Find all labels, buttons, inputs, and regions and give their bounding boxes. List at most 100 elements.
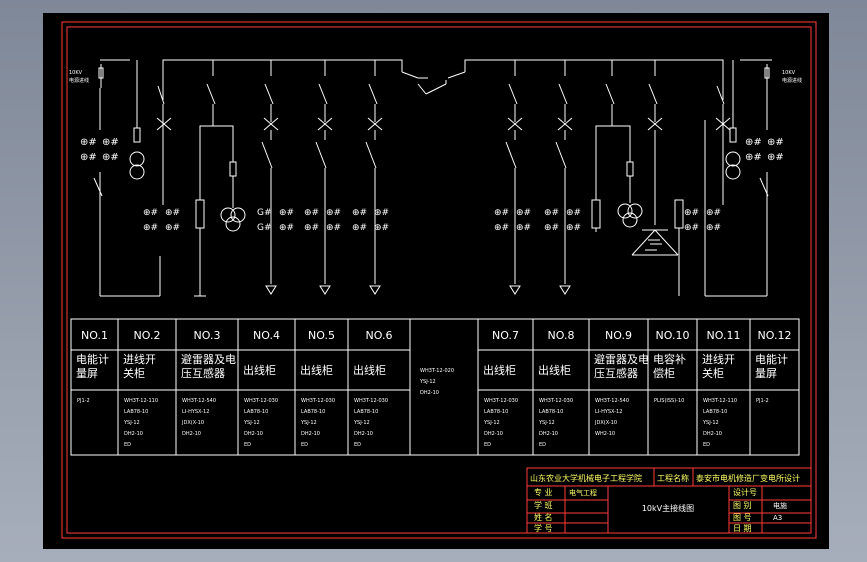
- panel-spec: ED: [301, 442, 308, 448]
- panel-spec: WH3T-12-110: [124, 398, 158, 404]
- panel-number: NO.9: [605, 329, 632, 342]
- feed-label: 电源进线: [782, 77, 802, 84]
- outgoing-feeder-4: [261, 60, 279, 295]
- outgoing-feeder-8: [555, 60, 573, 295]
- panel-spec: LI-HYSX-12: [595, 409, 622, 415]
- panel-name: 电能计: [755, 352, 788, 366]
- svg-text:⊕#: ⊕#: [304, 223, 319, 233]
- panel-spec: ED: [484, 442, 491, 448]
- tb-right-label: 图 号: [733, 513, 752, 522]
- tb-right-label: 设计号: [733, 487, 757, 497]
- panel-spec: ED: [244, 442, 251, 448]
- ct-symbols-feeders-right: ⊕# ⊕# ⊕# ⊕# ⊕# ⊕# ⊕# ⊕#: [494, 208, 581, 233]
- svg-text:⊕#: ⊕#: [544, 223, 559, 233]
- panel-spec: ED: [539, 442, 546, 448]
- panel-spec: LAB78-10: [539, 409, 563, 415]
- panel-spec: YSJ-12: [123, 420, 140, 426]
- svg-text:⊕#: ⊕#: [102, 152, 119, 163]
- busbar: [162, 59, 724, 95]
- panel-spec: LI-HYSX-12: [182, 409, 209, 415]
- svg-text:⊕#: ⊕#: [745, 152, 762, 163]
- tb-right-label: 日 期: [733, 524, 752, 533]
- tb-row-label: 专 业: [534, 487, 553, 497]
- meter-pt-left: [129, 60, 145, 180]
- ct-symbols-right: ⊕# ⊕# ⊕# ⊕#: [745, 137, 784, 163]
- panel-spec: WH3T-12-540: [595, 398, 629, 404]
- panel-spec: DH2-10: [484, 431, 503, 437]
- panel-spec: JDX(X-10: [594, 420, 617, 426]
- svg-text:⊕#: ⊕#: [374, 208, 389, 218]
- panel-spec: YSJ-12: [243, 420, 260, 426]
- svg-text:⊕#: ⊕#: [684, 208, 699, 218]
- panel-number: NO.2: [134, 329, 161, 342]
- panel-spec: DH2-10: [182, 431, 201, 437]
- panel-spec: WH3T-12-030: [539, 398, 573, 404]
- svg-text:⊕#: ⊕#: [767, 137, 784, 148]
- svg-text:⊕#: ⊕#: [102, 137, 119, 148]
- panel-spec: LAB78-10: [244, 409, 268, 415]
- feed-label: 10KV: [782, 70, 796, 76]
- panel-spec: WH3T-12-030: [354, 398, 388, 404]
- svg-text:⊕#: ⊕#: [516, 208, 531, 218]
- panel-spec: DH2-10: [124, 431, 143, 437]
- svg-text:⊕#: ⊕#: [304, 208, 319, 218]
- panel-spec: DH2-10: [539, 431, 558, 437]
- panel-name: 避雷器及电: [594, 352, 649, 366]
- svg-text:⊕#: ⊕#: [516, 223, 531, 233]
- panel-name: 电容补: [653, 352, 686, 366]
- panel-spec: WH3T-12-110: [703, 398, 737, 404]
- feed-left: 10KV 电源进线: [69, 59, 130, 88]
- incoming-right: [674, 78, 769, 297]
- panel-spec: LAB78-10: [484, 409, 508, 415]
- panel-spec: YSJ-12: [702, 420, 719, 426]
- svg-text:⊕#: ⊕#: [494, 208, 509, 218]
- panel-number: NO.5: [308, 329, 335, 342]
- svg-text:⊕#: ⊕#: [279, 208, 294, 218]
- panel-name: 量屏: [76, 367, 98, 380]
- svg-text:G#: G#: [257, 208, 272, 218]
- bus-tie-spec: WH3T-12-020: [420, 368, 454, 374]
- panel-spec: DH2-10: [703, 431, 722, 437]
- ct-symbols-bay11: ⊕# ⊕# ⊕# ⊕#: [684, 208, 721, 233]
- panel-number: NO.12: [758, 329, 792, 342]
- arrester-pt-bay-right: [591, 60, 643, 232]
- panel-spec: WH3T-12-540: [182, 398, 216, 404]
- svg-text:⊕#: ⊕#: [374, 223, 389, 233]
- svg-text:⊕#: ⊕#: [165, 208, 180, 218]
- panel-name: 关柜: [702, 366, 724, 380]
- main-wiring-diagram: 10KV 电源进线 10KV 电源进线 ⊕# ⊕# ⊕# ⊕# ⊕# ⊕# ⊕#…: [61, 21, 817, 539]
- panel-spec: YSJ-12: [300, 420, 317, 426]
- feeder-bay: [156, 78, 172, 205]
- svg-text:G#: G#: [257, 223, 272, 233]
- panel-spec: ED: [124, 442, 131, 448]
- ct-symbols-left: ⊕# ⊕# ⊕# ⊕#: [80, 137, 119, 163]
- feed-right: 10KV 电源进线: [740, 59, 802, 88]
- table-frame: [70, 318, 800, 456]
- panel-schedule-table: NO.1 电能计量屏 PJ1-2 NO.2 进线开关柜 WH3T-12-110 LAB78-…: [70, 318, 800, 456]
- panel-number: NO.4: [253, 329, 280, 342]
- panel-name: 避雷器及电: [181, 352, 236, 366]
- project-label: 工程名称: [657, 473, 689, 483]
- panel-name: 压互感器: [181, 367, 225, 380]
- svg-text:⊕#: ⊕#: [706, 208, 721, 218]
- panel-number: NO.1: [81, 329, 108, 342]
- panel-name: 出线柜: [243, 363, 276, 377]
- panel-name: 电能计: [76, 352, 109, 366]
- svg-text:⊕#: ⊕#: [352, 223, 367, 233]
- svg-text:⊕#: ⊕#: [706, 223, 721, 233]
- panel-name: 出线柜: [353, 363, 386, 377]
- panel-spec: LAB78-10: [354, 409, 378, 415]
- tb-right-value: 电施: [773, 501, 787, 510]
- svg-text:⊕#: ⊕#: [165, 223, 180, 233]
- panel-name: 偿柜: [653, 366, 675, 380]
- panel-spec: YSJ-12: [483, 420, 500, 426]
- svg-text:⊕#: ⊕#: [494, 223, 509, 233]
- svg-text:⊕#: ⊕#: [326, 223, 341, 233]
- svg-text:⊕#: ⊕#: [566, 223, 581, 233]
- project-name: 泰安市电机修造厂变电所设计: [696, 473, 800, 483]
- outgoing-feeder-7: [505, 60, 523, 295]
- panel-spec: WH3T-12-030: [301, 398, 335, 404]
- svg-text:⊕#: ⊕#: [352, 208, 367, 218]
- panel-number: NO.11: [707, 329, 741, 342]
- svg-text:⊕#: ⊕#: [544, 208, 559, 218]
